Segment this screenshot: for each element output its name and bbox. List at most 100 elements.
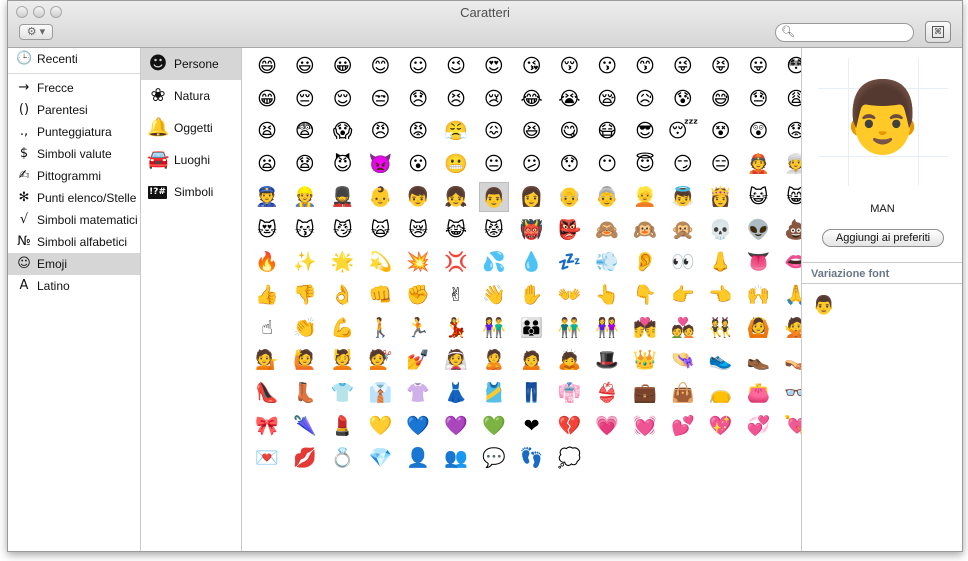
emoji-cell[interactable]: 💬 <box>479 443 509 473</box>
emoji-cell[interactable]: 🚶 <box>365 313 395 343</box>
emoji-cell[interactable]: 😲 <box>743 116 773 146</box>
emoji-cell[interactable]: 😿 <box>403 215 433 245</box>
emoji-cell[interactable]: 💫 <box>365 247 395 277</box>
emoji-cell[interactable]: 👏 <box>290 313 320 343</box>
emoji-cell[interactable]: 😫 <box>252 116 282 146</box>
emoji-cell[interactable]: 😎 <box>630 116 660 146</box>
emoji-cell[interactable]: 😱 <box>328 116 358 146</box>
emoji-cell[interactable]: 💖 <box>706 411 736 441</box>
emoji-cell[interactable]: 💇 <box>365 345 395 375</box>
emoji-cell[interactable]: 😓 <box>743 84 773 114</box>
sidebar-item-punti-elenco-stelle[interactable]: ✻ Punti elenco/Stelle <box>8 187 140 209</box>
emoji-cell[interactable]: 💙 <box>403 411 433 441</box>
sidebar-item-frecce[interactable]: → Frecce <box>8 77 140 99</box>
emoji-cell[interactable]: 😻 <box>252 215 282 245</box>
emoji-cell[interactable]: 👔 <box>365 378 395 408</box>
sidebar-item-punteggiatura[interactable]: ., Punteggiatura <box>8 121 140 143</box>
emoji-cell[interactable]: 👦 <box>403 182 433 212</box>
emoji-cell[interactable]: ☺ <box>403 51 433 81</box>
search-field[interactable]: 🔍︎ <box>775 23 914 42</box>
emoji-cell[interactable]: 🙀 <box>365 215 395 245</box>
emoji-cell[interactable]: 💄 <box>328 411 358 441</box>
emoji-cell[interactable]: 😇 <box>630 149 660 179</box>
emoji-cell[interactable]: 😙 <box>630 51 660 81</box>
emoji-cell[interactable]: 😋 <box>554 116 584 146</box>
emoji-cell[interactable]: 👑 <box>630 345 660 375</box>
emoji-cell[interactable]: 💌 <box>252 443 282 473</box>
emoji-cell[interactable]: 👖 <box>517 378 547 408</box>
emoji-cell[interactable]: 😵 <box>706 116 736 146</box>
emoji-cell[interactable]: 😡 <box>403 116 433 146</box>
emoji-cell[interactable]: 👉 <box>668 280 698 310</box>
emoji-cell[interactable]: 😨 <box>290 116 320 146</box>
emoji-cell[interactable]: 👇 <box>630 280 660 310</box>
emoji-cell[interactable]: 👐 <box>554 280 584 310</box>
emoji-cell[interactable]: 😕 <box>517 149 547 179</box>
emoji-cell[interactable]: 😌 <box>328 84 358 114</box>
add-to-favorites-button[interactable]: Aggiungi ai preferiti <box>822 229 944 247</box>
emoji-cell[interactable]: 🎀 <box>252 411 282 441</box>
emoji-cell[interactable]: 😉 <box>441 51 471 81</box>
emoji-cell[interactable]: 👸 <box>706 182 736 212</box>
emoji-cell[interactable]: 👙 <box>592 378 622 408</box>
emoji-cell[interactable]: 😾 <box>479 215 509 245</box>
emoji-cell[interactable]: 😣 <box>441 84 471 114</box>
emoji-cell[interactable]: 👠 <box>252 378 282 408</box>
emoji-cell[interactable]: 😔 <box>290 84 320 114</box>
emoji-cell[interactable]: 👷 <box>290 182 320 212</box>
emoji-cell[interactable]: 💪 <box>328 313 358 343</box>
emoji-cell[interactable]: 😑 <box>706 149 736 179</box>
emoji-cell[interactable]: 😷 <box>592 116 622 146</box>
emoji-cell[interactable]: 👴 <box>554 182 584 212</box>
emoji-cell[interactable]: 💆 <box>328 345 358 375</box>
emoji-cell[interactable]: 👞 <box>743 345 773 375</box>
category-persone[interactable]: ☻ Persone <box>141 48 241 80</box>
emoji-cell[interactable]: 🌟 <box>328 247 358 277</box>
emoji-cell[interactable]: 😜 <box>668 51 698 81</box>
emoji-cell[interactable]: 😢 <box>479 84 509 114</box>
character-palette-button[interactable]: ⌘ <box>925 21 951 43</box>
emoji-cell[interactable]: 😗 <box>592 51 622 81</box>
emoji-cell[interactable]: 😠 <box>365 116 395 146</box>
emoji-cell[interactable]: 👲 <box>743 149 773 179</box>
emoji-cell[interactable]: 👗 <box>441 378 471 408</box>
emoji-cell[interactable]: 👹 <box>517 215 547 245</box>
emoji-cell[interactable]: 😭 <box>554 84 584 114</box>
font-variation-item[interactable]: 👨 <box>812 294 836 318</box>
emoji-cell[interactable]: 😼 <box>328 215 358 245</box>
emoji-cell[interactable]: ✊ <box>403 280 433 310</box>
emoji-cell[interactable]: 💃 <box>441 313 471 343</box>
emoji-cell[interactable]: 💕 <box>668 411 698 441</box>
sidebar-item-simboli-valute[interactable]: $ Simboli valute <box>8 143 140 165</box>
emoji-cell[interactable]: 👆 <box>592 280 622 310</box>
emoji-cell[interactable]: 💥 <box>403 247 433 277</box>
emoji-cell[interactable]: 🌂 <box>290 411 320 441</box>
emoji-cell[interactable]: 😐 <box>479 149 509 179</box>
emoji-cell[interactable]: 👊 <box>365 280 395 310</box>
emoji-cell[interactable]: 👵 <box>592 182 622 212</box>
category-simboli[interactable]: !?# Simboli <box>141 176 241 208</box>
emoji-cell[interactable]: 👅 <box>743 247 773 277</box>
emoji-cell[interactable]: 😒 <box>365 84 395 114</box>
emoji-cell[interactable]: 👜 <box>668 378 698 408</box>
emoji-cell[interactable]: 👥 <box>441 443 471 473</box>
sidebar-item-parentesi[interactable]: () Parentesi <box>8 99 140 121</box>
emoji-cell[interactable]: 💭 <box>554 443 584 473</box>
emoji-cell[interactable]: 👢 <box>290 378 320 408</box>
emoji-cell[interactable]: 🙇 <box>554 345 584 375</box>
emoji-cell[interactable]: 💛 <box>365 411 395 441</box>
emoji-cell[interactable]: 😏 <box>668 149 698 179</box>
emoji-cell[interactable]: 👚 <box>403 378 433 408</box>
category-oggetti[interactable]: 🔔 Oggetti <box>141 112 241 144</box>
emoji-cell[interactable]: 💼 <box>630 378 660 408</box>
emoji-cell[interactable]: 💨 <box>592 247 622 277</box>
category-luoghi[interactable]: 🚘 Luoghi <box>141 144 241 176</box>
emoji-cell[interactable]: 🙉 <box>630 215 660 245</box>
emoji-cell[interactable]: 👬 <box>554 313 584 343</box>
sidebar-item-recenti[interactable]: 🕒 Recenti <box>8 48 140 70</box>
emoji-cell[interactable]: 💋 <box>290 443 320 473</box>
emoji-cell[interactable]: 💜 <box>441 411 471 441</box>
emoji-cell[interactable]: 😖 <box>479 116 509 146</box>
emoji-cell[interactable]: 💤 <box>554 247 584 277</box>
emoji-cell[interactable]: 💧 <box>517 247 547 277</box>
